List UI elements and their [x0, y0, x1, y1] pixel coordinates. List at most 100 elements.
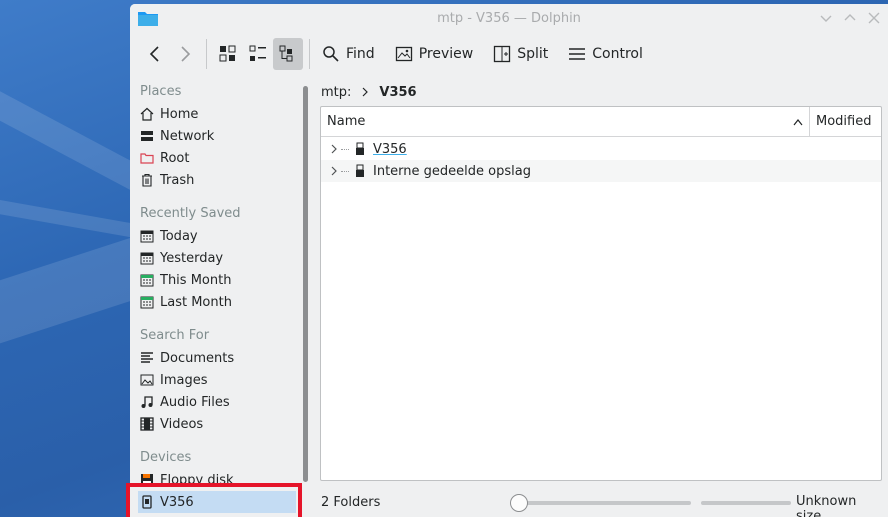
file-list: Name Modified V356 Interne gedeelde opsl…: [320, 106, 882, 481]
search-label: Videos: [160, 416, 204, 432]
minimize-icon[interactable]: [818, 10, 834, 26]
place-label: Trash: [160, 172, 195, 188]
recent-this-month[interactable]: This Month: [140, 269, 300, 291]
recent-yesterday[interactable]: Yesterday: [140, 247, 300, 269]
usb-icon: [356, 142, 364, 155]
control-button[interactable]: Control: [562, 38, 649, 70]
root-folder-icon: [140, 153, 154, 164]
expand-chevron-icon[interactable]: [327, 166, 341, 176]
breadcrumb-root[interactable]: mtp:: [321, 85, 351, 100]
column-name-label: Name: [327, 114, 366, 129]
column-headers: Name Modified: [321, 107, 881, 137]
back-button[interactable]: [140, 38, 170, 70]
split-label: Split: [517, 46, 549, 62]
free-space-bar: [701, 501, 791, 505]
column-modified-label: Modified: [816, 114, 872, 129]
maximize-icon[interactable]: [842, 10, 858, 26]
places-panel: Places Home Network Root Trash Recently …: [130, 76, 310, 517]
usb-icon: [356, 164, 364, 177]
search-label: Documents: [160, 350, 235, 366]
breadcrumb-current[interactable]: V356: [379, 85, 416, 100]
folder-count: 2 Folders: [321, 494, 381, 510]
control-label: Control: [592, 46, 643, 62]
zoom-slider-track[interactable]: [517, 501, 691, 505]
expand-chevron-icon[interactable]: [327, 144, 341, 154]
section-search-for: Search For: [140, 328, 210, 343]
place-trash[interactable]: Trash: [140, 169, 300, 191]
section-devices: Devices: [140, 450, 192, 465]
chevron-right-icon: [362, 87, 369, 97]
network-icon: [141, 131, 153, 141]
recent-last-month[interactable]: Last Month: [140, 291, 300, 313]
toolbar-separator: [309, 39, 310, 69]
home-icon: [140, 107, 154, 121]
space-info-label: Unknown size: [796, 494, 857, 517]
folder-app-icon: [138, 12, 158, 26]
file-name: Interne gedeelde opslag: [373, 163, 531, 179]
table-row[interactable]: Interne gedeelde opslag: [321, 160, 881, 182]
calendar-icon: [140, 296, 154, 309]
find-button[interactable]: Find: [316, 38, 381, 70]
chevron-left-icon: [149, 46, 159, 62]
main-view: mtp: V356 Name Modified V356 Interne ged…: [312, 76, 888, 517]
column-header-name[interactable]: Name: [321, 107, 810, 136]
compact-view-icon: [249, 45, 266, 61]
toolbar: Find Preview Split Control: [130, 32, 888, 76]
recent-label: This Month: [160, 272, 232, 288]
icons-view-icon: [219, 45, 236, 62]
search-documents[interactable]: Documents: [140, 347, 300, 369]
details-view-button[interactable]: [273, 38, 303, 70]
document-icon: [141, 352, 153, 363]
calendar-icon: [140, 274, 154, 287]
search-videos[interactable]: Videos: [140, 413, 300, 435]
sidebar-scrollbar[interactable]: [303, 86, 308, 482]
place-network[interactable]: Network: [140, 125, 300, 147]
status-bar: 2 Folders Unknown size: [321, 490, 881, 517]
selection-highlight-box: [126, 483, 302, 517]
place-home[interactable]: Home: [140, 103, 300, 125]
calendar-icon: [140, 230, 154, 243]
window-title: mtp - V356 — Dolphin: [437, 10, 581, 26]
image-preview-icon: [395, 46, 412, 62]
place-root[interactable]: Root: [140, 147, 300, 169]
search-label: Audio Files: [160, 394, 230, 410]
forward-button[interactable]: [170, 38, 200, 70]
dolphin-window: mtp - V356 — Dolphin Find Preview Split …: [130, 4, 888, 517]
column-header-modified[interactable]: Modified: [810, 107, 881, 136]
search-label: Images: [160, 372, 208, 388]
icons-view-button[interactable]: [213, 38, 243, 70]
recent-today[interactable]: Today: [140, 225, 300, 247]
place-label: Home: [160, 106, 199, 122]
table-row[interactable]: V356: [321, 138, 881, 160]
recent-label: Today: [160, 228, 198, 244]
section-places: Places: [140, 84, 182, 99]
title-bar[interactable]: mtp - V356 — Dolphin: [130, 4, 888, 32]
recent-label: Last Month: [160, 294, 232, 310]
calendar-icon: [140, 252, 154, 265]
close-icon[interactable]: [866, 10, 882, 26]
sort-ascending-icon: [793, 118, 803, 125]
preview-button[interactable]: Preview: [389, 38, 480, 70]
music-icon: [141, 396, 153, 408]
split-button[interactable]: Split: [487, 38, 554, 70]
place-label: Root: [160, 150, 190, 166]
preview-label: Preview: [418, 46, 474, 62]
compact-view-button[interactable]: [243, 38, 273, 70]
details-view-icon: [279, 45, 293, 62]
image-icon: [140, 374, 154, 386]
file-name: V356: [373, 141, 407, 157]
search-images[interactable]: Images: [140, 369, 300, 391]
hamburger-menu-icon: [569, 48, 586, 60]
trash-icon: [142, 173, 152, 187]
find-label: Find: [346, 46, 375, 62]
recent-label: Yesterday: [160, 250, 224, 266]
film-icon: [140, 417, 154, 431]
section-recently-saved: Recently Saved: [140, 206, 241, 221]
search-icon: [323, 46, 339, 62]
zoom-slider-handle[interactable]: [510, 494, 528, 512]
split-view-icon: [494, 45, 511, 63]
toolbar-separator: [206, 39, 207, 69]
place-label: Network: [160, 128, 215, 144]
search-audio-files[interactable]: Audio Files: [140, 391, 300, 413]
chevron-right-icon: [181, 46, 191, 62]
